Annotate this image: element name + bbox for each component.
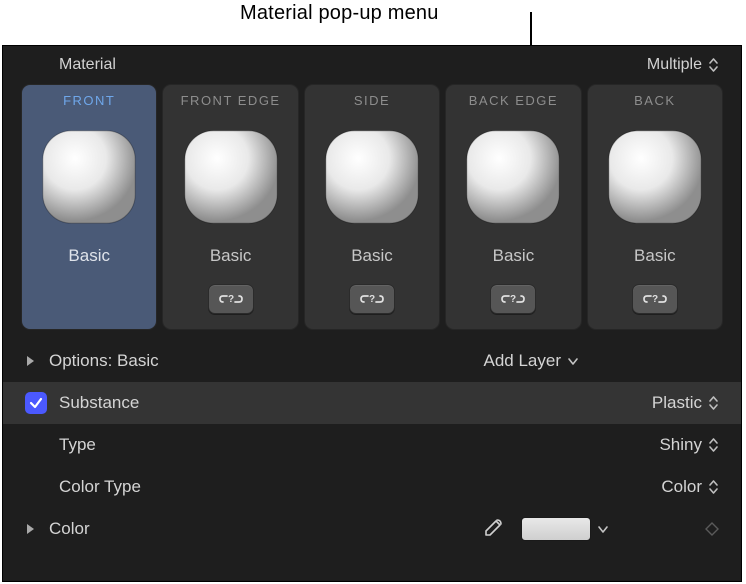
callout-label: Material pop-up menu — [240, 2, 439, 25]
popup-arrows-icon — [708, 437, 719, 453]
link-break-icon: ? — [642, 291, 668, 307]
options-label: Options: Basic — [49, 351, 484, 371]
popup-arrows-icon — [708, 479, 719, 495]
link-break-button[interactable]: ? — [632, 284, 678, 314]
colortype-popup[interactable]: Color — [661, 477, 719, 497]
facet-card-back[interactable]: BACK Basic ? — [587, 84, 723, 330]
add-layer-menu[interactable]: Add Layer — [484, 351, 720, 371]
material-preview-thumb — [458, 122, 568, 232]
type-label: Type — [59, 435, 659, 455]
checkmark-icon — [29, 396, 43, 410]
colortype-value: Color — [661, 477, 702, 497]
facet-card-side[interactable]: SIDE Basic ? — [304, 84, 440, 330]
facet-title: BACK EDGE — [469, 93, 558, 108]
material-preview-thumb — [600, 122, 710, 232]
facet-card-front[interactable]: FRONT Basic — [21, 84, 157, 330]
substance-row: Substance Plastic — [3, 382, 741, 424]
material-popup-menu[interactable]: Multiple — [647, 56, 719, 74]
facet-title: FRONT — [63, 93, 115, 108]
svg-text:?: ? — [652, 294, 658, 305]
facet-material-name: Basic — [493, 246, 535, 266]
substance-popup[interactable]: Plastic — [652, 393, 719, 413]
facet-card-front-edge[interactable]: FRONT EDGE Basic ? — [162, 84, 298, 330]
substance-label: Substance — [59, 393, 652, 413]
disclosure-triangle[interactable] — [25, 522, 43, 536]
disclosure-triangle[interactable] — [25, 354, 43, 368]
link-break-icon: ? — [500, 291, 526, 307]
facet-card-back-edge[interactable]: BACK EDGE Basic ? — [445, 84, 581, 330]
material-header-row: Material Multiple — [3, 46, 741, 84]
material-preview-thumb — [34, 122, 144, 232]
eyedropper-button[interactable] — [481, 518, 503, 540]
color-row: Color — [3, 508, 741, 550]
material-preview-thumb — [176, 122, 286, 232]
link-break-icon: ? — [218, 291, 244, 307]
material-section-label: Material — [59, 56, 116, 74]
facet-material-name: Basic — [210, 246, 252, 266]
link-break-button[interactable]: ? — [208, 284, 254, 314]
add-layer-label: Add Layer — [484, 351, 562, 371]
options-row: Options: Basic Add Layer — [3, 340, 741, 382]
substance-checkbox[interactable] — [25, 392, 47, 414]
link-break-button[interactable]: ? — [349, 284, 395, 314]
substance-value: Plastic — [652, 393, 702, 413]
link-break-button[interactable]: ? — [490, 284, 536, 314]
facet-title: BACK — [634, 93, 675, 108]
material-preview-thumb — [317, 122, 427, 232]
facet-title: FRONT EDGE — [181, 93, 281, 108]
facet-material-name: Basic — [634, 246, 676, 266]
colortype-row: Color Type Color — [3, 466, 741, 508]
color-label: Color — [49, 519, 481, 539]
facet-material-name: Basic — [68, 246, 110, 266]
type-value: Shiny — [659, 435, 702, 455]
type-row: Type Shiny — [3, 424, 741, 466]
material-inspector-panel: Material Multiple FRONT — [2, 45, 742, 582]
type-popup[interactable]: Shiny — [659, 435, 719, 455]
eyedropper-icon — [481, 518, 503, 540]
facet-title: SIDE — [354, 93, 390, 108]
facet-material-name: Basic — [351, 246, 393, 266]
color-well[interactable] — [521, 517, 591, 541]
svg-text:?: ? — [369, 294, 375, 305]
svg-text:?: ? — [510, 294, 516, 305]
svg-text:?: ? — [228, 294, 234, 305]
material-popup-value: Multiple — [647, 56, 702, 74]
colortype-label: Color Type — [59, 477, 661, 497]
chevron-down-icon[interactable] — [597, 524, 609, 534]
material-facets-strip: FRONT Basic FRONT EDGE — [3, 84, 741, 334]
keyframe-diamond-icon[interactable] — [705, 522, 719, 536]
link-break-icon: ? — [359, 291, 385, 307]
popup-arrows-icon — [708, 57, 719, 73]
chevron-down-icon — [567, 356, 579, 366]
popup-arrows-icon — [708, 395, 719, 411]
